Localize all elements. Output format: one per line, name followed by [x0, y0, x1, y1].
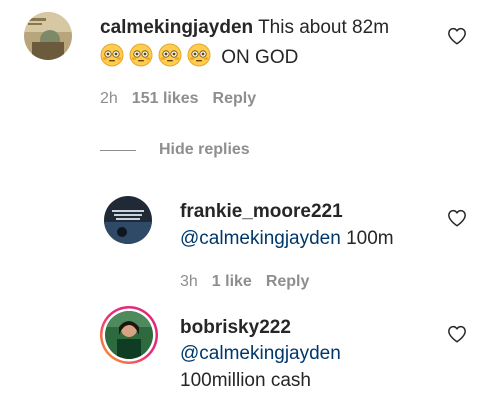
- flushed-face-emoji-icon: [158, 43, 182, 67]
- flushed-face-emoji-icon: [100, 43, 124, 67]
- comment-text-2: ON GOD: [221, 47, 299, 68]
- reply-username[interactable]: bobrisky222: [180, 317, 291, 338]
- comment-likes[interactable]: 151 likes: [132, 90, 199, 107]
- heart-outline-icon[interactable]: [447, 325, 467, 343]
- reply-username-line: bobrisky222: [180, 316, 291, 340]
- avatar[interactable]: [104, 196, 152, 244]
- comment-username[interactable]: calmekingjayden: [100, 17, 253, 38]
- comment-meta: 2h 151 likes Reply: [100, 89, 256, 109]
- heart-outline-icon[interactable]: [447, 27, 467, 45]
- avatar[interactable]: [99, 305, 159, 365]
- reply-text: 100million cash: [180, 370, 311, 391]
- avatar[interactable]: [24, 12, 72, 60]
- reply-username[interactable]: frankie_moore221: [180, 201, 343, 222]
- reply-meta: 3h 1 like Reply: [180, 272, 309, 292]
- comment-text: This about 82m: [258, 17, 390, 38]
- comment-time[interactable]: 2h: [100, 90, 118, 107]
- reply-likes[interactable]: 1 like: [212, 273, 252, 290]
- reply-username-line: frankie_moore221: [180, 200, 343, 224]
- comment-body-line2: ON GOD: [100, 43, 298, 70]
- reply-text-line-2: 100million cash: [180, 369, 311, 393]
- reply-time[interactable]: 3h: [180, 273, 198, 290]
- hide-replies-divider: [100, 150, 136, 151]
- hide-replies-button[interactable]: Hide replies: [159, 140, 250, 160]
- mention-link[interactable]: @calmekingjayden: [180, 228, 341, 249]
- heart-outline-icon[interactable]: [447, 209, 467, 227]
- comment-body: calmekingjayden This about 82m: [100, 16, 389, 40]
- reply-text: 100m: [346, 228, 394, 249]
- reply-button[interactable]: Reply: [213, 90, 257, 107]
- flushed-face-emoji-icon: [187, 43, 211, 67]
- reply-text-line: @calmekingjayden: [180, 342, 341, 366]
- reply-button[interactable]: Reply: [266, 273, 310, 290]
- mention-link[interactable]: @calmekingjayden: [180, 343, 341, 364]
- flushed-face-emoji-icon: [129, 43, 153, 67]
- reply-text-line: @calmekingjayden 100m: [180, 227, 394, 251]
